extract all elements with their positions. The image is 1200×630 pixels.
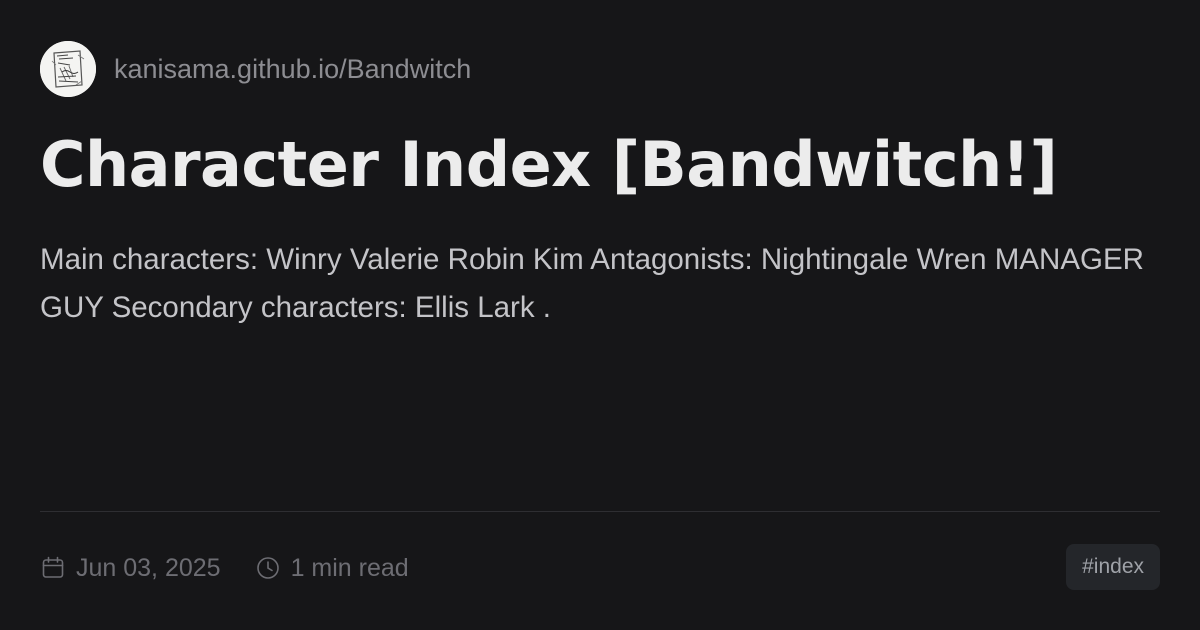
post-description: Main characters: Winry Valerie Robin Kim…: [40, 243, 1144, 324]
divider: [40, 511, 1160, 512]
page-title: Character Index [Bandwitch!]: [40, 128, 1058, 201]
tag-index[interactable]: #index: [1066, 544, 1160, 590]
read-time: 1 min read: [255, 554, 409, 583]
calendar-icon: [40, 555, 66, 581]
clock-icon: [255, 555, 281, 581]
site-header[interactable]: kanisama.github.io/Bandwitch: [40, 41, 471, 97]
sketch-logo-icon: [40, 41, 96, 97]
post-meta: Jun 03, 2025 1 min read: [40, 548, 409, 588]
site-url[interactable]: kanisama.github.io/Bandwitch: [114, 54, 471, 85]
date-text: Jun 03, 2025: [76, 553, 221, 582]
read-time-text: 1 min read: [290, 553, 409, 582]
post-date: Jun 03, 2025: [40, 554, 221, 583]
og-card: kanisama.github.io/Bandwitch Character I…: [0, 0, 1200, 630]
